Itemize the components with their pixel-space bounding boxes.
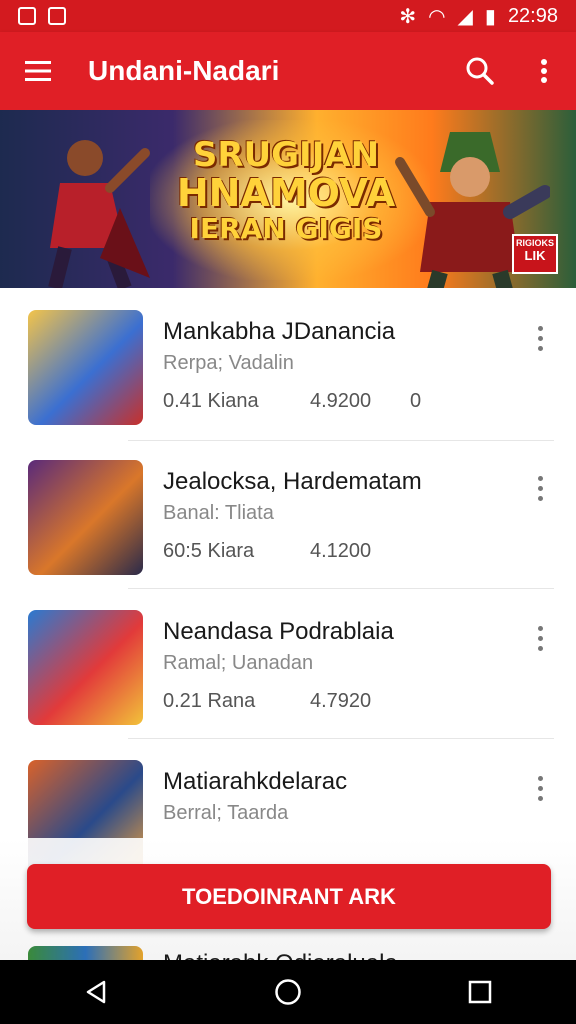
list-item[interactable]: Jealocksa, Hardematam Banal: Tliata 60:5… [0, 440, 576, 589]
list-divider [128, 588, 554, 589]
game-thumbnail [28, 310, 143, 425]
more-dot-icon [537, 795, 543, 801]
banner-line-3: IERAN GIGIS [189, 211, 383, 245]
more-dot-icon [537, 635, 543, 641]
notification-icon [18, 7, 36, 25]
more-dot-icon [537, 325, 543, 331]
banner-line-2: HNAMOVA [176, 170, 396, 215]
home-icon [275, 979, 301, 1005]
game-subtitle: Banal: Tliata [163, 502, 274, 524]
promo-banner[interactable]: SRUGIJAN HNAMOVA IERAN GIGIS RIGIOKS LIK [0, 110, 576, 288]
game-stat-extra: 0 [410, 390, 422, 412]
game-title: Matiarahkdelarac [163, 768, 348, 795]
more-dot-icon [537, 775, 543, 781]
item-more-button[interactable] [524, 770, 556, 806]
list-divider [128, 738, 554, 739]
more-dot-icon [537, 785, 543, 791]
hamburger-icon [25, 61, 51, 81]
more-dot-icon [537, 475, 543, 481]
badge-bottom-text: LIK [524, 247, 546, 263]
more-dot-icon [537, 345, 543, 351]
more-dot-icon [537, 625, 543, 631]
hero-left-illustration [48, 140, 150, 288]
game-stat-rating: 4.9200 [310, 390, 372, 412]
bluetooth-icon: ✻ [399, 5, 417, 28]
notification-icon [48, 7, 66, 25]
game-stat-size: 0.41 Kiana [163, 390, 259, 412]
more-dot-icon [537, 495, 543, 501]
status-bar: ✻ ◠ ◢ ▮ 22:98 [0, 0, 576, 32]
list-item[interactable]: Mankabha JDanancia Rerpa; Vadalin 0.41 K… [0, 290, 576, 441]
game-title: Matiarahk Odiaraluala [163, 950, 398, 960]
game-stat-size: 60:5 Kiara [163, 540, 255, 562]
back-button[interactable] [56, 960, 136, 1024]
overflow-menu-button[interactable] [512, 32, 576, 110]
item-more-button[interactable] [524, 620, 556, 656]
item-more-button[interactable] [524, 470, 556, 506]
banner-title: SRUGIJAN HNAMOVA IERAN GIGIS [176, 135, 396, 245]
game-title: Jealocksa, Hardematam [163, 468, 422, 495]
game-stat-rating: 4.7920 [310, 690, 372, 712]
more-dot-icon [537, 335, 543, 341]
banner-line-1: SRUGIJAN [192, 135, 380, 175]
game-subtitle: Rerpa; Vadalin [163, 352, 294, 374]
list-item[interactable]: Neandasa Podrablaia Ramal; Uanadan 0.21 … [0, 590, 576, 739]
primary-action-button[interactable]: TOEDOINRANT ARK [27, 864, 551, 929]
game-thumbnail [28, 610, 143, 725]
more-dot-icon [537, 485, 543, 491]
game-subtitle: Ramal; Uanadan [163, 652, 314, 674]
search-icon [466, 57, 494, 85]
game-title: Mankabha JDanancia [163, 318, 396, 345]
banner-badge: RIGIOKS LIK [512, 234, 558, 274]
list-item-peek[interactable]: Matiarahk Odiaraluala [0, 944, 576, 960]
wifi-icon: ◠ [428, 5, 446, 28]
game-thumbnail [28, 946, 143, 960]
item-more-button[interactable] [524, 320, 556, 356]
home-button[interactable] [248, 960, 328, 1024]
back-icon [86, 980, 106, 1004]
game-title: Neandasa Podrablaia [163, 618, 394, 645]
recents-button[interactable] [440, 960, 520, 1024]
more-vert-icon [541, 59, 547, 83]
app-bar: Undani-Nadari [0, 32, 576, 110]
menu-button[interactable] [0, 32, 76, 110]
battery-icon: ▮ [484, 5, 496, 28]
game-stat-size: 0.21 Rana [163, 690, 256, 712]
more-dot-icon [537, 645, 543, 651]
game-thumbnail [28, 460, 143, 575]
recents-icon [468, 980, 492, 1004]
app-title: Undani-Nadari [88, 55, 280, 86]
game-stat-rating: 4.1200 [310, 540, 372, 562]
search-button[interactable] [448, 32, 512, 110]
clock: 22:98 [507, 4, 558, 27]
game-subtitle: Berral; Taarda [163, 802, 289, 824]
signal-icon: ◢ [457, 5, 473, 28]
system-nav-bar [0, 960, 576, 1024]
